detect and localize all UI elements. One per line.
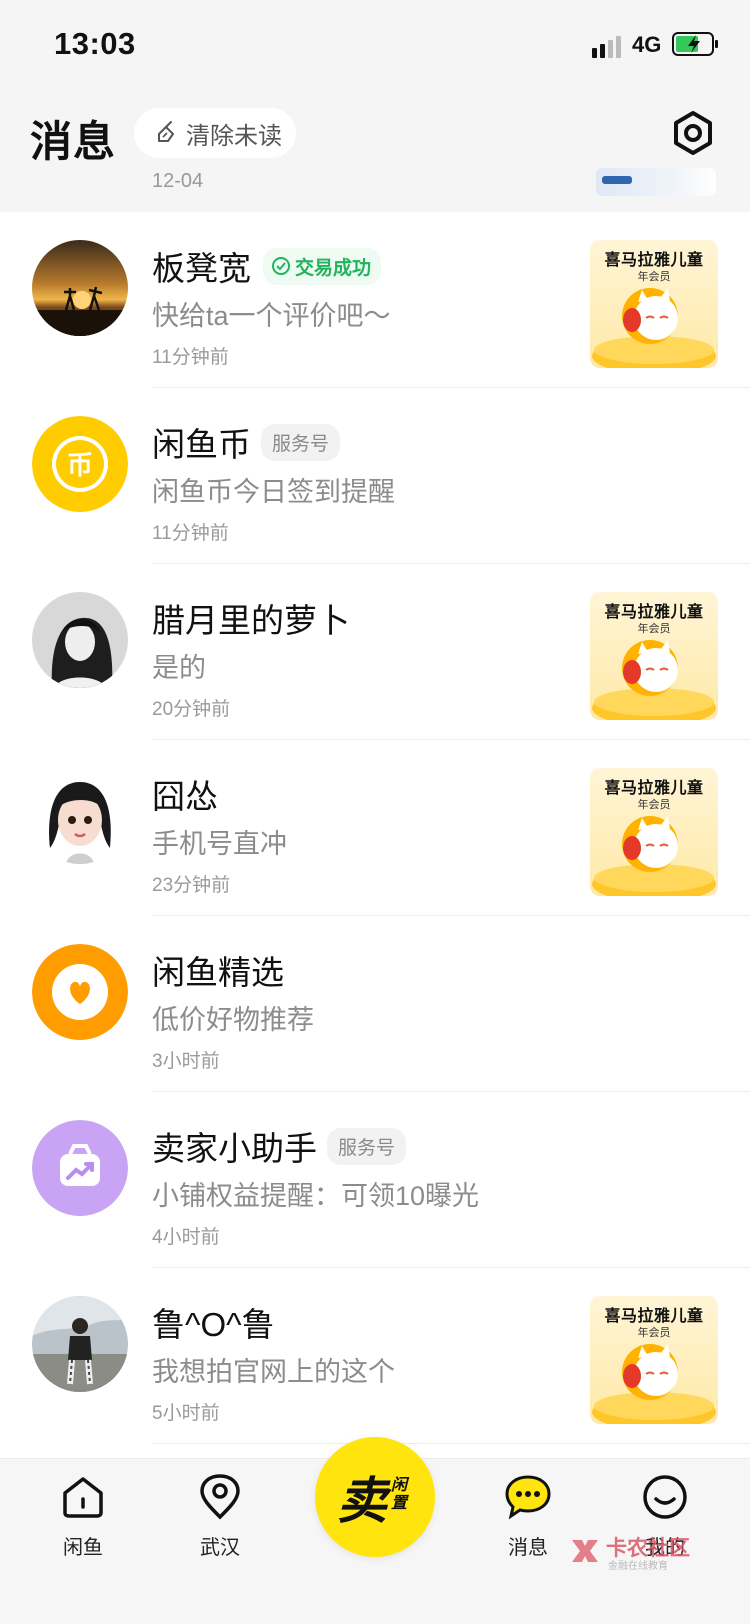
message-preview: 闲鱼币今日签到提醒 (152, 477, 395, 507)
location-pin-icon (200, 1474, 240, 1520)
page-header: 消息 清除未读 12-04 (0, 92, 750, 206)
message-time: 5小时前 (152, 1403, 220, 1424)
contact-name: 鲁^O^鲁 (152, 1306, 275, 1343)
conversation-list: 板凳宽 交易成功 快给ta一个评价吧～ 11分钟前 喜马拉雅儿童 年会员 币 闲… (0, 212, 750, 1458)
message-time: 3小时前 (152, 1051, 220, 1072)
contact-name: 腊月里的萝卜 (152, 602, 350, 639)
item-thumbnail[interactable]: 喜马拉雅儿童 年会员 (590, 1296, 718, 1424)
check-circle-icon (272, 257, 290, 275)
conversation-header: 卖家小助手 服务号 (152, 1122, 407, 1170)
battery-charging-icon (672, 32, 718, 56)
peek-date: 12-04 (152, 170, 204, 192)
tab-messages[interactable]: 消息 (473, 1473, 583, 1569)
item-thumbnail[interactable]: 喜马拉雅儿童 年会员 (590, 240, 718, 368)
watermark: 卡农社区 金融在线教育 (568, 1532, 698, 1572)
message-time: 20分钟前 (152, 699, 231, 720)
conversation-item[interactable]: 板凳宽 交易成功 快给ta一个评价吧～ 11分钟前 喜马拉雅儿童 年会员 (0, 212, 750, 388)
contact-name: 闲鱼币 (152, 426, 251, 463)
network-type: 4G (632, 32, 662, 57)
home-icon (63, 1477, 103, 1518)
message-preview: 我想拍官网上的这个 (152, 1357, 395, 1387)
contact-name: 板凳宽 (152, 250, 251, 287)
cat-mascot-image (592, 288, 716, 368)
avatar (32, 768, 128, 864)
avatar (32, 1296, 128, 1392)
contact-name: 卖家小助手 (152, 1130, 317, 1167)
signal-icon (592, 36, 621, 58)
chat-bubble-icon (505, 1475, 551, 1520)
tab-city[interactable]: 武汉 (165, 1473, 275, 1569)
conversation-item[interactable]: 囧怂 手机号直冲 23分钟前 喜马拉雅儿童 年会员 (0, 740, 750, 916)
contact-name: 闲鱼精选 (152, 954, 284, 991)
item-thumbnail[interactable]: 喜马拉雅儿童 年会员 (590, 592, 718, 720)
trade-success-label: 交易成功 (295, 257, 372, 279)
tab-home[interactable]: 闲鱼 (28, 1473, 138, 1569)
settings-icon[interactable] (670, 110, 716, 156)
message-preview: 快给ta一个评价吧～ (152, 301, 391, 331)
featured-avatar (32, 944, 128, 1040)
trade-success-badge: 交易成功 (263, 247, 382, 285)
item-thumbnail[interactable]: 喜马拉雅儿童 年会员 (590, 768, 718, 896)
message-preview: 是的 (152, 653, 206, 683)
row-divider (152, 1443, 750, 1444)
conversation-item[interactable]: 币 闲鱼币 服务号 闲鱼币今日签到提醒 11分钟前 (0, 388, 750, 564)
tab-home-label: 闲鱼 (63, 1537, 103, 1559)
tab-messages-label: 消息 (508, 1537, 548, 1559)
status-time: 13:03 (54, 26, 136, 61)
service-account-badge: 服务号 (327, 1127, 407, 1165)
status-bar: 13:03 4G (0, 0, 750, 92)
broom-icon (158, 121, 174, 142)
conversation-item[interactable]: 闲鱼精选 低价好物推荐 3小时前 (0, 916, 750, 1092)
service-account-badge: 服务号 (261, 423, 341, 461)
message-preview: 低价好物推荐 (152, 1005, 314, 1035)
conversation-header: 闲鱼币 服务号 (152, 418, 341, 466)
message-time: 11分钟前 (152, 523, 229, 544)
coin-glyph: 币 (67, 451, 93, 481)
sell-label: 卖 (337, 1471, 387, 1530)
conversation-item[interactable]: 卖家小助手 服务号 小铺权益提醒：可领10曝光 4小时前 (0, 1092, 750, 1268)
conversation-header: 闲鱼精选 (152, 946, 284, 994)
cat-mascot-image (592, 816, 716, 896)
thumbnail-title: 喜马拉雅儿童 (604, 252, 704, 269)
cat-mascot-image (592, 1344, 716, 1424)
peek-thumbnail (596, 168, 716, 196)
thumbnail-title: 喜马拉雅儿童 (604, 604, 704, 621)
sell-button[interactable]: 卖 闲置 (315, 1437, 435, 1557)
message-time: 4小时前 (152, 1227, 220, 1248)
sell-sublabel: 闲置 (391, 1477, 408, 1512)
conversation-header: 鲁^O^鲁 (152, 1298, 275, 1346)
tab-city-label: 武汉 (200, 1537, 240, 1559)
message-preview: 小铺权益提醒：可领10曝光 (152, 1181, 480, 1211)
watermark-subtext: 金融在线教育 (608, 1561, 668, 1572)
thumbnail-title: 喜马拉雅儿童 (604, 1308, 704, 1325)
conversation-header: 囧怂 (152, 770, 218, 818)
conversation-header: 腊月里的萝卜 (152, 594, 350, 642)
cat-mascot-image (592, 640, 716, 720)
message-time: 23分钟前 (152, 875, 231, 896)
message-preview: 手机号直冲 (152, 829, 287, 859)
message-time: 11分钟前 (152, 347, 229, 368)
previous-conversation-peek: 12-04 (0, 158, 750, 206)
clear-unread-label: 清除未读 (186, 122, 282, 150)
seller-helper-avatar (32, 1120, 128, 1216)
clear-unread-button[interactable]: 清除未读 (134, 108, 296, 158)
coin-avatar: 币 (32, 416, 128, 512)
avatar (32, 240, 128, 336)
conversation-item[interactable]: 鲁^O^鲁 我想拍官网上的这个 5小时前 喜马拉雅儿童 年会员 (0, 1268, 750, 1444)
avatar (32, 592, 128, 688)
conversation-header: 板凳宽 交易成功 (152, 242, 382, 290)
thumbnail-title: 喜马拉雅儿童 (604, 780, 704, 797)
watermark-logo-icon (572, 1540, 598, 1562)
contact-name: 囧怂 (152, 778, 218, 815)
smiley-face-icon (643, 1475, 687, 1519)
conversation-item[interactable]: 腊月里的萝卜 是的 20分钟前 喜马拉雅儿童 年会员 (0, 564, 750, 740)
